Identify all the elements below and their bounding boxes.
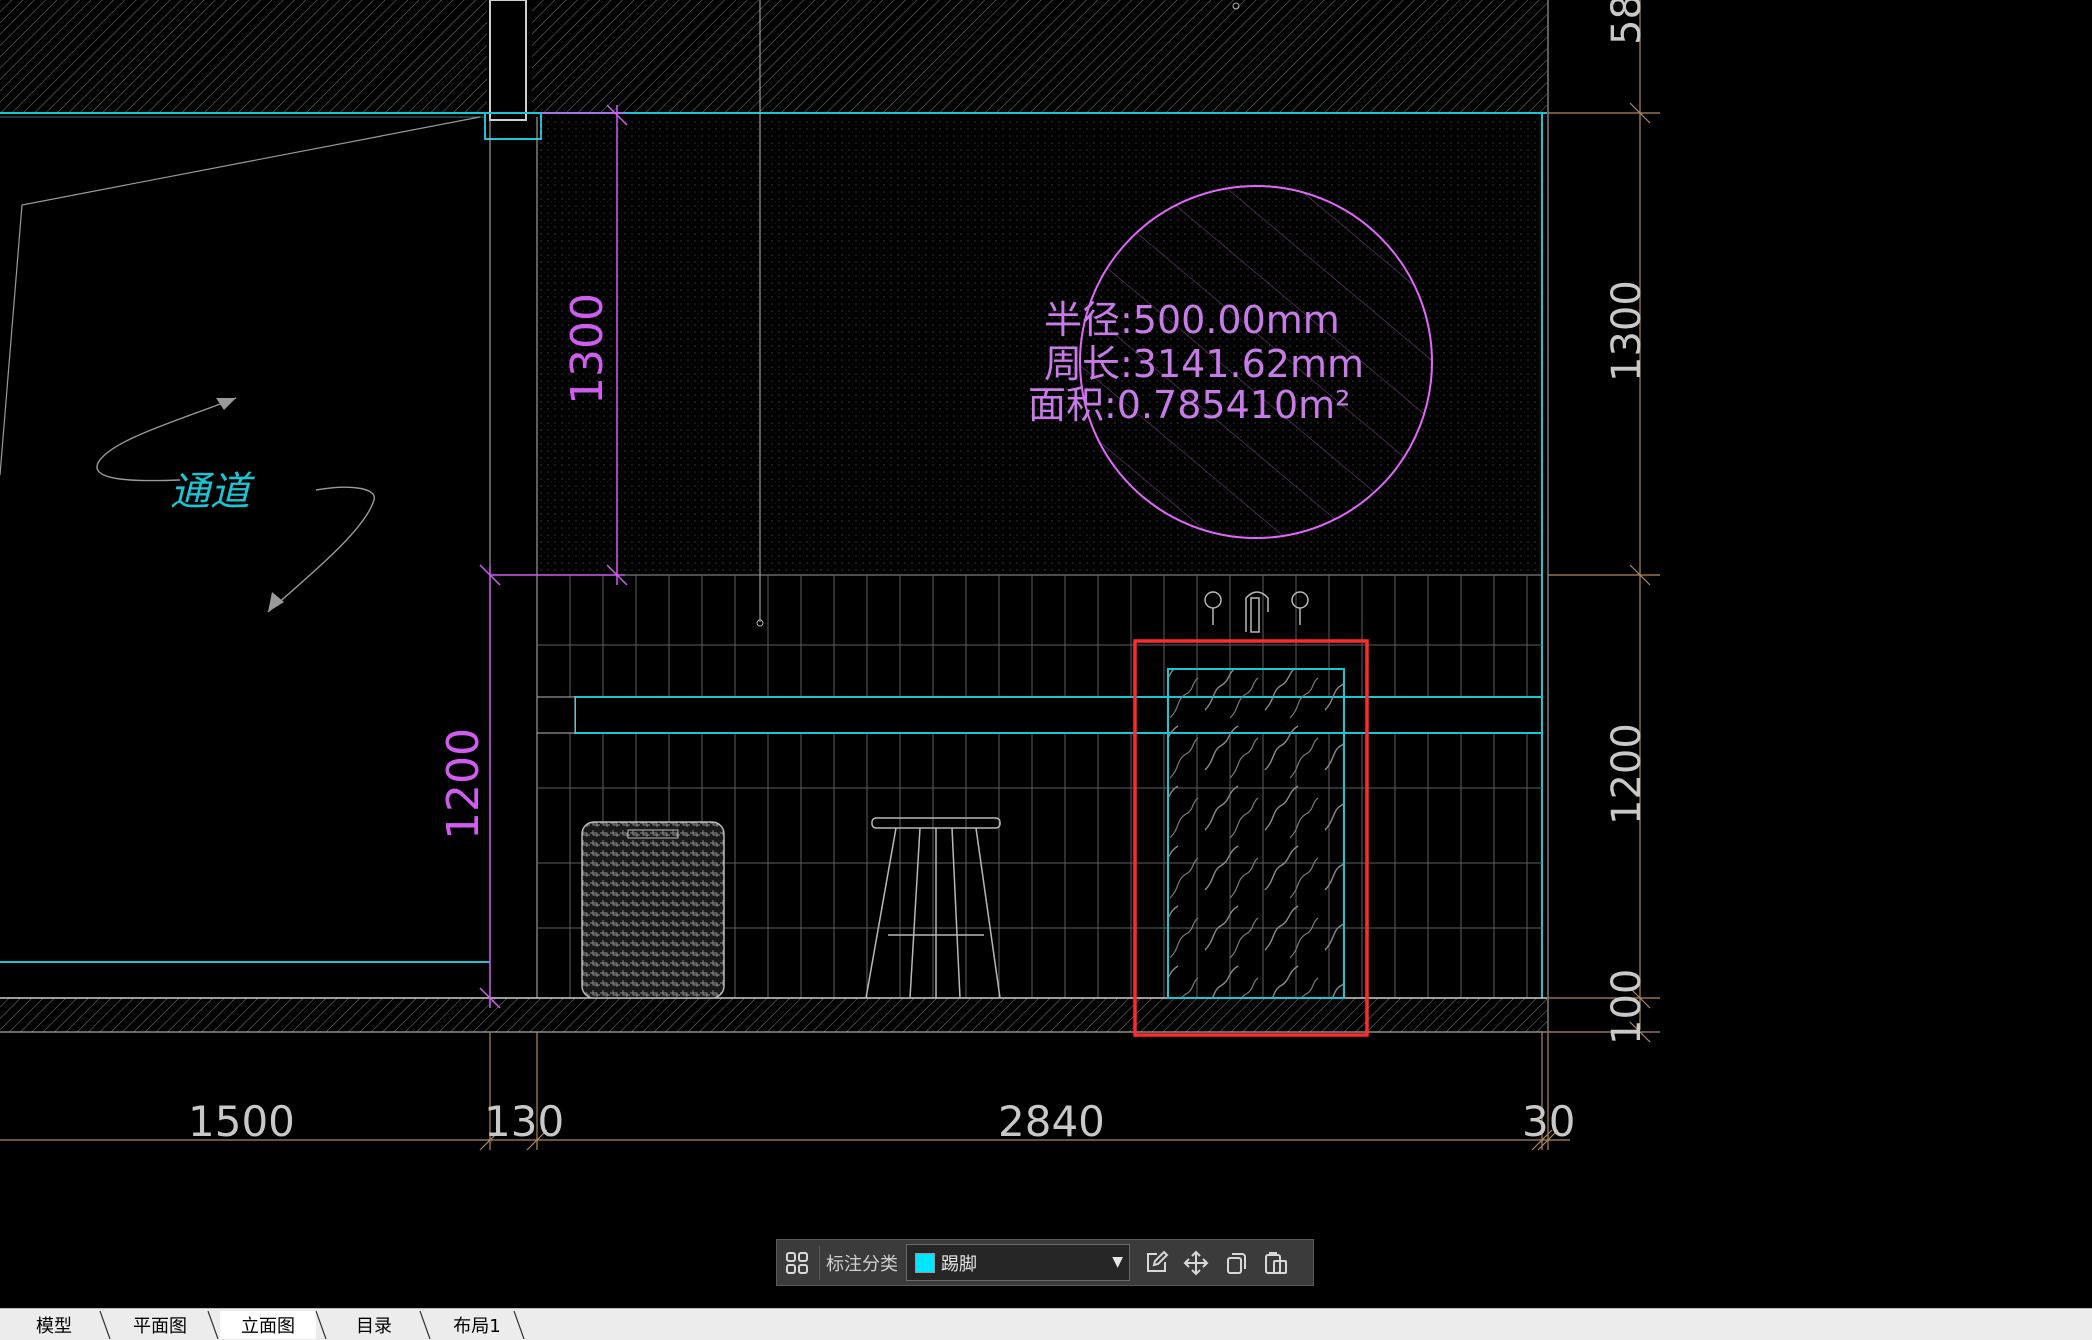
chevron-down-icon: ▼ [1112, 1254, 1123, 1270]
tab-divider [315, 1311, 327, 1339]
right-dim-100: 100 [1604, 969, 1650, 1045]
move-icon [1183, 1250, 1209, 1275]
right-dim-1300: 1300 [1604, 280, 1650, 382]
circle-area-text: 面积:0.785410m² [1028, 383, 1350, 427]
bottom-dim-1500: 1500 [188, 1097, 295, 1146]
sheet-tab-bar: 模型 平面图 立面图 目录 布局1 [0, 1308, 2092, 1340]
right-dim-580: 580 [1604, 0, 1650, 45]
tab-label: 平面图 [133, 1316, 187, 1337]
tab-layout1[interactable]: 布局1 [432, 1311, 522, 1339]
cad-drawing-canvas[interactable]: 通道 半径:500.00mm 周长:3141.62mm 面积:0.785410m… [0, 0, 2092, 1339]
edit-icon [1147, 1250, 1169, 1272]
toolbar-separator [819, 1245, 820, 1280]
tab-label: 立面图 [241, 1316, 295, 1337]
bottom-dim-30: 30 [1522, 1097, 1575, 1146]
highlighted-cabinet[interactable] [1133, 639, 1369, 1037]
tab-catalog[interactable]: 目录 [328, 1311, 420, 1339]
annotation-toolbar: 标注分类 踢脚 ▼ [776, 1239, 1314, 1286]
circle-perimeter-text: 周长:3141.62mm [1044, 342, 1364, 386]
tab-divider [207, 1311, 219, 1339]
paste-button[interactable] [1256, 1240, 1296, 1285]
layer-dropdown-value: 踢脚 [941, 1253, 977, 1275]
grid-apps-icon [786, 1251, 808, 1274]
annotation-category-label: 标注分类 [826, 1253, 898, 1275]
bottom-dim-130: 130 [484, 1097, 564, 1146]
faucet-set [1204, 591, 1309, 633]
tab-divider [419, 1311, 431, 1339]
tab-divider [99, 1311, 111, 1339]
layer-color-swatch [915, 1252, 935, 1273]
inner-dim-1200: 1200 [438, 728, 489, 840]
edit-button[interactable] [1136, 1240, 1176, 1285]
tab-label: 目录 [356, 1316, 392, 1337]
bottom-dim-2840: 2840 [998, 1097, 1105, 1146]
laundry-basket [581, 821, 725, 999]
tab-divider [513, 1311, 525, 1339]
copy-icon [1227, 1252, 1246, 1274]
tab-label: 模型 [36, 1316, 72, 1337]
circle-radius-text: 半径:500.00mm [1044, 298, 1340, 342]
paste-icon [1265, 1251, 1287, 1274]
passage-label: 通道 [170, 469, 255, 515]
ceiling-hatch [0, 0, 1547, 118]
tab-label: 布局1 [453, 1316, 501, 1337]
tab-elevation[interactable]: 立面图 [220, 1311, 316, 1339]
tab-floor-plan[interactable]: 平面图 [112, 1311, 208, 1339]
right-dim-1200: 1200 [1604, 723, 1650, 825]
copy-button[interactable] [1216, 1240, 1256, 1285]
move-button[interactable] [1176, 1240, 1216, 1285]
grid-apps-button[interactable] [777, 1240, 817, 1285]
layer-dropdown[interactable]: 踢脚 ▼ [906, 1244, 1130, 1281]
inner-dim-1300: 1300 [562, 293, 613, 405]
right-dimensions [1548, 0, 1660, 1043]
tab-model[interactable]: 模型 [8, 1311, 100, 1339]
passage-outline [0, 116, 481, 613]
